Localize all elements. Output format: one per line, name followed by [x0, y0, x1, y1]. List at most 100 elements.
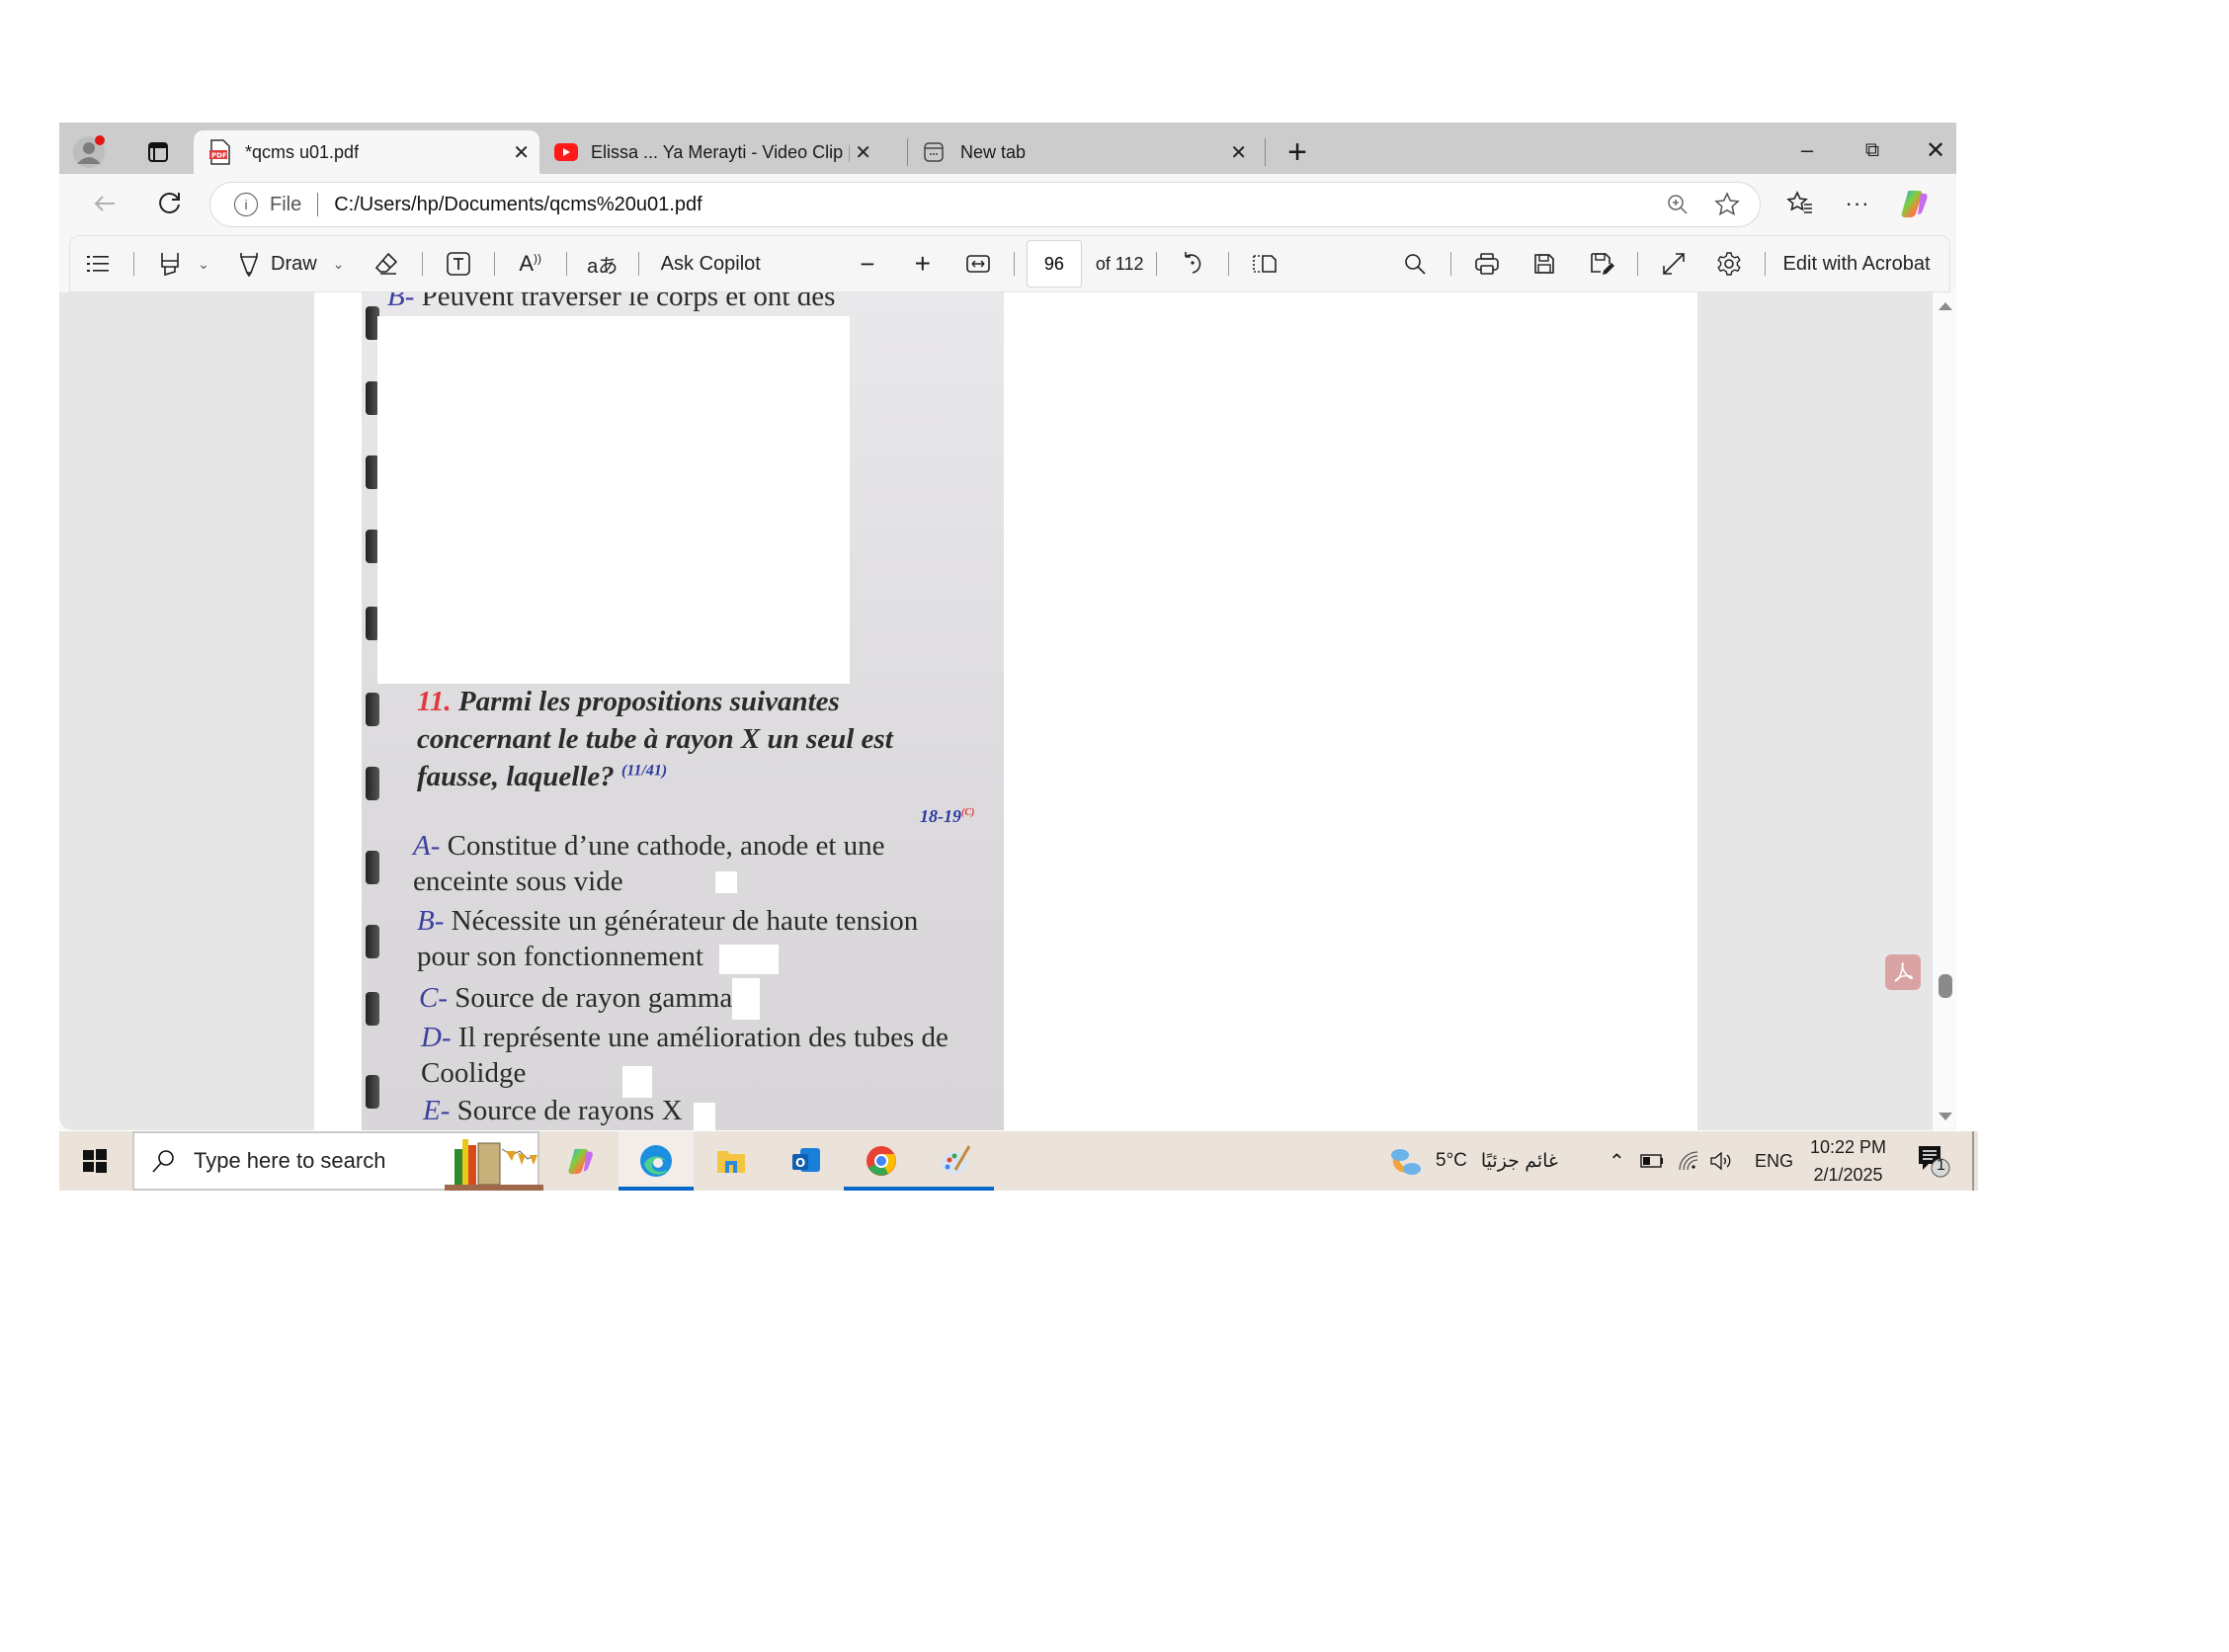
toolbar-separator	[1227, 252, 1229, 276]
zoom-page-icon[interactable]	[1663, 190, 1692, 219]
browser-window: PDF *qcms u01.pdf ✕ Elissa ... Ya Merayt…	[59, 123, 1956, 1130]
toolbar-separator	[1013, 252, 1015, 276]
find-button[interactable]	[1397, 244, 1433, 284]
highlight-button[interactable]	[152, 244, 188, 284]
new-tab-button[interactable]: +	[1275, 132, 1320, 172]
start-button[interactable]	[59, 1131, 130, 1191]
toolbar-separator	[1155, 252, 1157, 276]
taskbar-file-explorer[interactable]	[694, 1131, 769, 1191]
translate-button[interactable]: aあ	[585, 244, 620, 284]
minimize-button[interactable]: –	[1784, 130, 1830, 170]
site-info-icon[interactable]: i	[234, 193, 258, 216]
speaker-icon	[1710, 1151, 1731, 1171]
draw-button[interactable]: Draw	[237, 244, 317, 284]
volume-indicator[interactable]	[1709, 1131, 1733, 1191]
add-text-button[interactable]	[441, 244, 476, 284]
previous-option-fragment: B- Peuvent traverser le corps et ont des	[387, 292, 836, 312]
pdf-page: B- Peuvent traverser le corps et ont des…	[314, 292, 1697, 1130]
tab-bar: PDF *qcms u01.pdf ✕ Elissa ... Ya Merayt…	[59, 123, 1956, 174]
tab-title: New tab	[960, 141, 1027, 162]
address-bar[interactable]: i File C:/Users/hp/Documents/qcms%20u01.…	[209, 182, 1761, 227]
search-placeholder: Type here to search	[194, 1148, 386, 1173]
page-total-label: of 112	[1095, 253, 1144, 274]
adobe-acrobat-icon	[1894, 962, 1913, 982]
zoom-in-button[interactable]: +	[905, 244, 941, 284]
scanned-page-photo: B- Peuvent traverser le corps et ont des…	[362, 292, 1004, 1130]
tab-elissa-video[interactable]: Elissa ... Ya Merayti - Video Clip | ✕	[545, 130, 881, 174]
weather-temp: 5°C	[1436, 1150, 1467, 1171]
taskbar-copilot[interactable]	[543, 1131, 619, 1191]
more-icon: ···	[1845, 191, 1870, 215]
toolbar-separator	[421, 252, 423, 276]
edit-with-acrobat-button[interactable]: Edit with Acrobat	[1783, 244, 1931, 284]
page-number-input[interactable]	[1026, 240, 1082, 288]
address-bar-row: i File C:/Users/hp/Documents/qcms%20u01.…	[59, 174, 1956, 233]
favorites-button[interactable]	[1780, 186, 1820, 221]
scroll-down-arrow[interactable]	[1939, 1113, 1952, 1120]
close-window-button[interactable]: ✕	[1913, 130, 1958, 170]
profile-avatar[interactable]	[69, 132, 109, 172]
refresh-button[interactable]	[150, 186, 190, 221]
favorites-list-icon	[1786, 191, 1812, 213]
active-indicator	[844, 1187, 919, 1191]
refresh-icon	[159, 192, 180, 213]
zoom-out-button[interactable]: −	[850, 244, 885, 284]
fit-to-width-button[interactable]	[960, 244, 996, 284]
vertical-tabs-button[interactable]	[138, 134, 178, 170]
binder-ring	[366, 851, 379, 884]
tab-new-tab[interactable]: New tab ✕	[911, 130, 1257, 174]
battery-indicator[interactable]	[1640, 1131, 1664, 1191]
copilot-button[interactable]	[1895, 184, 1935, 223]
notification-center-button[interactable]: 1	[1917, 1131, 1950, 1191]
print-button[interactable]	[1469, 244, 1505, 284]
network-indicator[interactable]	[1678, 1131, 1699, 1191]
option-a-line-1: A- Constitue d’une cathode, anode et une	[413, 830, 885, 862]
scroll-thumb[interactable]	[1939, 974, 1952, 998]
erase-button[interactable]	[369, 244, 404, 284]
back-button[interactable]	[85, 186, 124, 221]
contents-button[interactable]	[80, 244, 116, 284]
settings-more-button[interactable]: ···	[1838, 186, 1877, 221]
draw-options-chevron[interactable]: ⌄	[329, 244, 349, 284]
vertical-scrollbar[interactable]	[1933, 292, 1956, 1130]
taskbar-edge[interactable]	[619, 1131, 694, 1191]
page-view-button[interactable]	[1247, 244, 1282, 284]
restore-button[interactable]: ⧉	[1850, 130, 1895, 170]
url-text[interactable]: C:/Users/hp/Documents/qcms%20u01.pdf	[334, 194, 702, 216]
redacted-mark	[732, 978, 760, 1020]
highlight-options-chevron[interactable]: ⌄	[194, 244, 213, 284]
toolbar-separator	[133, 252, 134, 276]
fullscreen-button[interactable]	[1656, 244, 1692, 284]
read-aloud-button[interactable]: A))	[513, 244, 548, 284]
language-indicator[interactable]: ENG	[1755, 1131, 1793, 1191]
paint-palette-icon	[942, 1145, 971, 1174]
chevron-up-icon: ⌃	[1609, 1150, 1625, 1173]
show-hidden-icons-button[interactable]: ⌃	[1609, 1131, 1625, 1191]
profile-icon	[73, 135, 105, 168]
close-tab-button[interactable]: ✕	[1230, 140, 1247, 165]
rotate-button[interactable]	[1175, 244, 1210, 284]
taskbar-paint[interactable]	[919, 1131, 994, 1191]
clock[interactable]: 10:22 PM 2/1/2025	[1810, 1131, 1886, 1191]
favorite-star-icon[interactable]	[1712, 190, 1742, 219]
save-as-icon	[1590, 253, 1614, 275]
weather-widget[interactable]: 5°C غائم جزئيًا	[1388, 1131, 1558, 1191]
taskbar-outlook[interactable]: O	[769, 1131, 844, 1191]
acrobat-badge[interactable]	[1885, 954, 1921, 990]
close-tab-button[interactable]: ✕	[855, 140, 871, 165]
minus-icon: −	[860, 248, 875, 279]
question-reference: (11/41)	[621, 762, 668, 780]
pdf-settings-button[interactable]	[1711, 244, 1747, 284]
save-as-button[interactable]	[1584, 244, 1619, 284]
close-tab-button[interactable]: ✕	[513, 140, 530, 165]
show-desktop-edge[interactable]	[1972, 1131, 1976, 1191]
toolbar-separator	[565, 252, 567, 276]
ask-copilot-button[interactable]: Ask Copilot	[661, 244, 761, 284]
redacted-mark	[694, 1103, 715, 1130]
taskbar-chrome[interactable]	[844, 1131, 919, 1191]
scroll-up-arrow[interactable]	[1939, 302, 1952, 310]
toolbar-separator	[1449, 252, 1451, 276]
pdf-viewer[interactable]: B- Peuvent traverser le corps et ont des…	[59, 292, 1956, 1130]
tab-qcms-pdf[interactable]: PDF *qcms u01.pdf ✕	[194, 130, 539, 174]
save-button[interactable]	[1527, 244, 1562, 284]
